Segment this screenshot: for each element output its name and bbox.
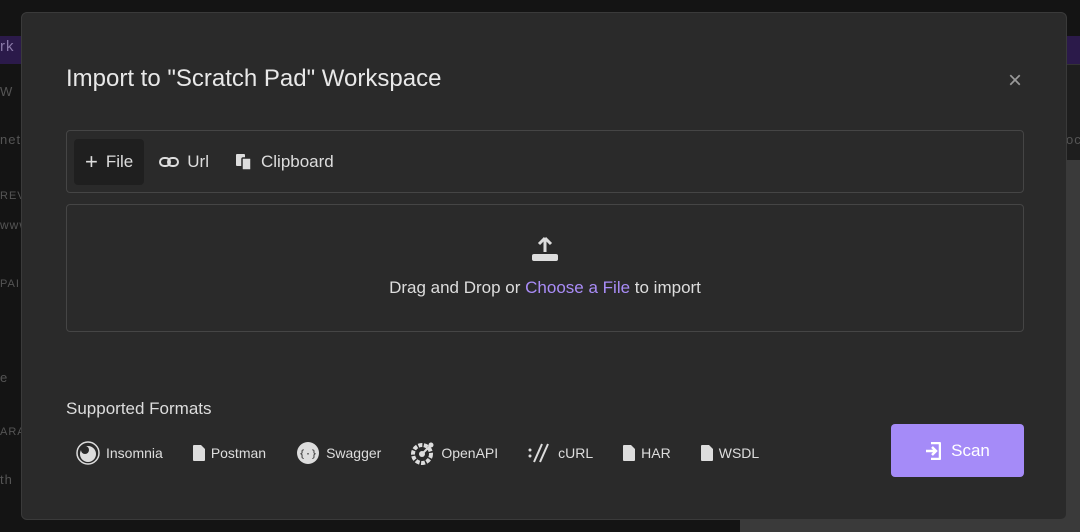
import-icon [926, 441, 942, 460]
file-icon [192, 445, 205, 461]
insomnia-icon [76, 441, 100, 465]
plus-icon: + [85, 148, 98, 174]
tab-clipboard[interactable]: Clipboard [224, 139, 345, 185]
format-insomnia: Insomnia [76, 441, 163, 465]
bg-text: e [0, 370, 9, 385]
tab-label: Clipboard [260, 151, 334, 171]
bg-text: oc [1066, 132, 1080, 147]
choose-file-link[interactable]: Choose a File [525, 278, 630, 297]
format-openapi: OpenAPI [411, 441, 498, 465]
supported-formats-label: Supported Formats [66, 399, 212, 418]
bg-text: rk [0, 38, 15, 55]
import-modal: Import to "Scratch Pad" Workspace × + Fi… [21, 12, 1067, 520]
drop-text: to import [630, 278, 701, 297]
link-icon [159, 156, 180, 167]
format-label: Postman [210, 445, 267, 461]
drop-text: Drag and Drop or [389, 278, 526, 297]
curl-icon [528, 443, 550, 463]
format-har: HAR [623, 441, 671, 465]
file-icon [623, 445, 636, 461]
file-icon [700, 445, 713, 461]
tab-label: Url [187, 151, 209, 171]
bg-text: PAI [0, 278, 20, 290]
format-wsdl: WSDL [700, 441, 760, 465]
drop-instructions: Drag and Drop or Choose a File to import [67, 278, 1023, 298]
format-label: Swagger [326, 445, 382, 461]
import-source-tabs: + File Url Clipboard [66, 130, 1024, 193]
tab-url[interactable]: Url [148, 139, 220, 185]
bg-text: th [0, 472, 13, 487]
format-curl: cURL [528, 441, 593, 465]
format-label: HAR [641, 445, 671, 461]
format-swagger: {·} Swagger [296, 441, 381, 465]
modal-title: Import to "Scratch Pad" Workspace [66, 65, 442, 92]
swagger-icon: {·} [297, 442, 320, 464]
format-label: WSDL [718, 445, 760, 461]
format-label: cURL [558, 445, 594, 461]
format-postman: Postman [192, 441, 267, 465]
tab-file[interactable]: + File [74, 138, 145, 185]
tab-label: File [105, 151, 134, 171]
format-label: OpenAPI [441, 445, 499, 461]
supported-formats-list: Insomnia Postman {·} Swagger OpenAPI cURL… [76, 441, 789, 465]
bg-text: W [0, 84, 14, 99]
scan-button[interactable]: Scan [891, 424, 1024, 477]
file-drop-zone[interactable]: Drag and Drop or Choose a File to import [66, 204, 1024, 332]
clipboard-icon [235, 153, 252, 171]
close-icon[interactable]: × [1008, 67, 1022, 95]
svg-text:{·}: {·} [299, 449, 317, 460]
format-label: Insomnia [106, 445, 163, 461]
openapi-icon [411, 442, 434, 465]
upload-icon [532, 236, 558, 261]
scan-label: Scan [951, 440, 990, 460]
